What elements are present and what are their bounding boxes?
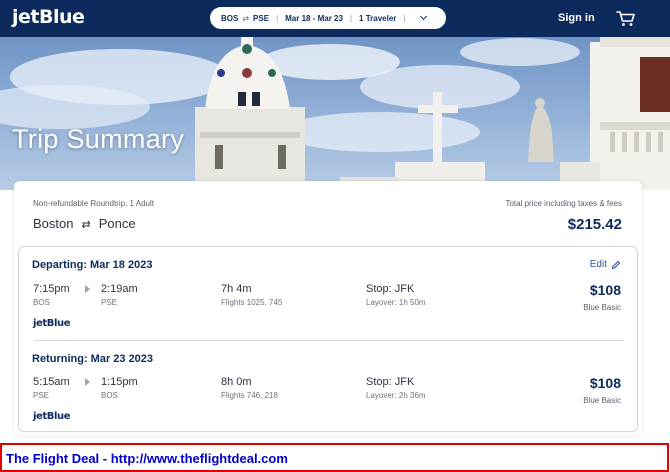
leg-heading: Departing: Mar 18 2023 bbox=[32, 259, 153, 271]
leg-price: $108 bbox=[589, 282, 621, 298]
swap-arrows-icon: ⇄ bbox=[242, 13, 250, 23]
sign-in-link[interactable]: Sign in bbox=[558, 12, 595, 24]
swap-arrows-icon: ⇄ bbox=[81, 219, 91, 231]
search-destination: PSE bbox=[253, 13, 270, 23]
flight-duration: 7h 4m bbox=[221, 283, 252, 295]
layover-info: Layover: 1h 50m bbox=[366, 298, 426, 307]
trip-summary-card: Non-refundable Roundtrip, 1 Adult Boston… bbox=[14, 181, 642, 436]
hero-banner: Trip Summary bbox=[0, 37, 670, 190]
page-title: Trip Summary bbox=[12, 124, 185, 154]
destination-city: Ponce bbox=[98, 216, 136, 231]
top-navigation-bar: jetBlue BOS ⇄ PSE | Mar 18 - Mar 23 | 1 … bbox=[0, 0, 670, 37]
church-hero-image bbox=[0, 37, 670, 190]
airline-logo: jetBlue bbox=[33, 411, 71, 422]
trip-type-label: Non-refundable Roundtrip, 1 Adult bbox=[33, 199, 154, 208]
airline-logo: jetBlue bbox=[33, 318, 71, 329]
chevron-down-icon[interactable] bbox=[420, 12, 428, 21]
search-travelers: 1 Traveler bbox=[359, 13, 397, 23]
source-banner: The Flight Deal - http://www.theflightde… bbox=[0, 443, 669, 472]
search-divider: | bbox=[276, 13, 279, 23]
origin-city: Boston bbox=[33, 216, 74, 231]
search-dates: Mar 18 - Mar 23 bbox=[285, 13, 343, 23]
layover-info: Layover: 2h 36m bbox=[366, 391, 426, 400]
trip-search-pill[interactable]: BOS ⇄ PSE | Mar 18 - Mar 23 | 1 Traveler… bbox=[210, 7, 446, 29]
total-price: $215.42 bbox=[567, 216, 622, 233]
flight-numbers: Flights 1025, 745 bbox=[221, 298, 283, 307]
flight-numbers: Flights 746, 218 bbox=[221, 391, 278, 400]
pencil-icon bbox=[611, 260, 621, 269]
jetblue-logo[interactable]: jetBlue bbox=[12, 6, 85, 28]
arrow-right-icon bbox=[85, 285, 90, 293]
returning-leg: Returning: Mar 23 2023 5:15am PSE 1:15pm… bbox=[19, 341, 637, 433]
flight-duration: 8h 0m bbox=[221, 376, 252, 388]
leg-heading: Returning: Mar 23 2023 bbox=[32, 353, 154, 365]
trip-summary-page: jetBlue BOS ⇄ PSE | Mar 18 - Mar 23 | 1 … bbox=[0, 0, 670, 472]
depart-airport-code: BOS bbox=[33, 298, 50, 307]
depart-time: 5:15am bbox=[33, 376, 70, 388]
stop-info: Stop: JFK bbox=[366, 283, 415, 295]
search-divider: | bbox=[403, 13, 406, 23]
arrive-airport-code: BOS bbox=[101, 391, 118, 400]
leg-price: $108 bbox=[589, 375, 621, 391]
fare-class: Blue Basic bbox=[583, 396, 621, 405]
arrow-right-icon bbox=[85, 378, 90, 386]
fare-class: Blue Basic bbox=[583, 303, 621, 312]
depart-airport-code: PSE bbox=[33, 391, 50, 400]
search-divider: | bbox=[349, 13, 353, 23]
arrive-airport-code: PSE bbox=[101, 298, 118, 307]
arrive-time: 2:19am bbox=[101, 283, 138, 295]
total-price-label: Total price including taxes & fees bbox=[505, 199, 622, 208]
arrive-time: 1:15pm bbox=[101, 376, 138, 388]
depart-time: 7:15pm bbox=[33, 283, 70, 295]
source-banner-text[interactable]: The Flight Deal - http://www.theflightde… bbox=[6, 451, 288, 466]
search-origin: BOS bbox=[221, 13, 239, 23]
route-summary: Boston ⇄ Ponce bbox=[33, 216, 136, 231]
cart-icon[interactable] bbox=[616, 10, 636, 27]
stop-info: Stop: JFK bbox=[366, 376, 415, 388]
edit-label: Edit bbox=[589, 259, 607, 270]
edit-button[interactable]: Edit bbox=[590, 259, 621, 270]
departing-leg: Departing: Mar 18 2023 Edit 7:15pm BOS 2… bbox=[19, 247, 637, 339]
flight-details-box: Departing: Mar 18 2023 Edit 7:15pm BOS 2… bbox=[18, 246, 638, 432]
